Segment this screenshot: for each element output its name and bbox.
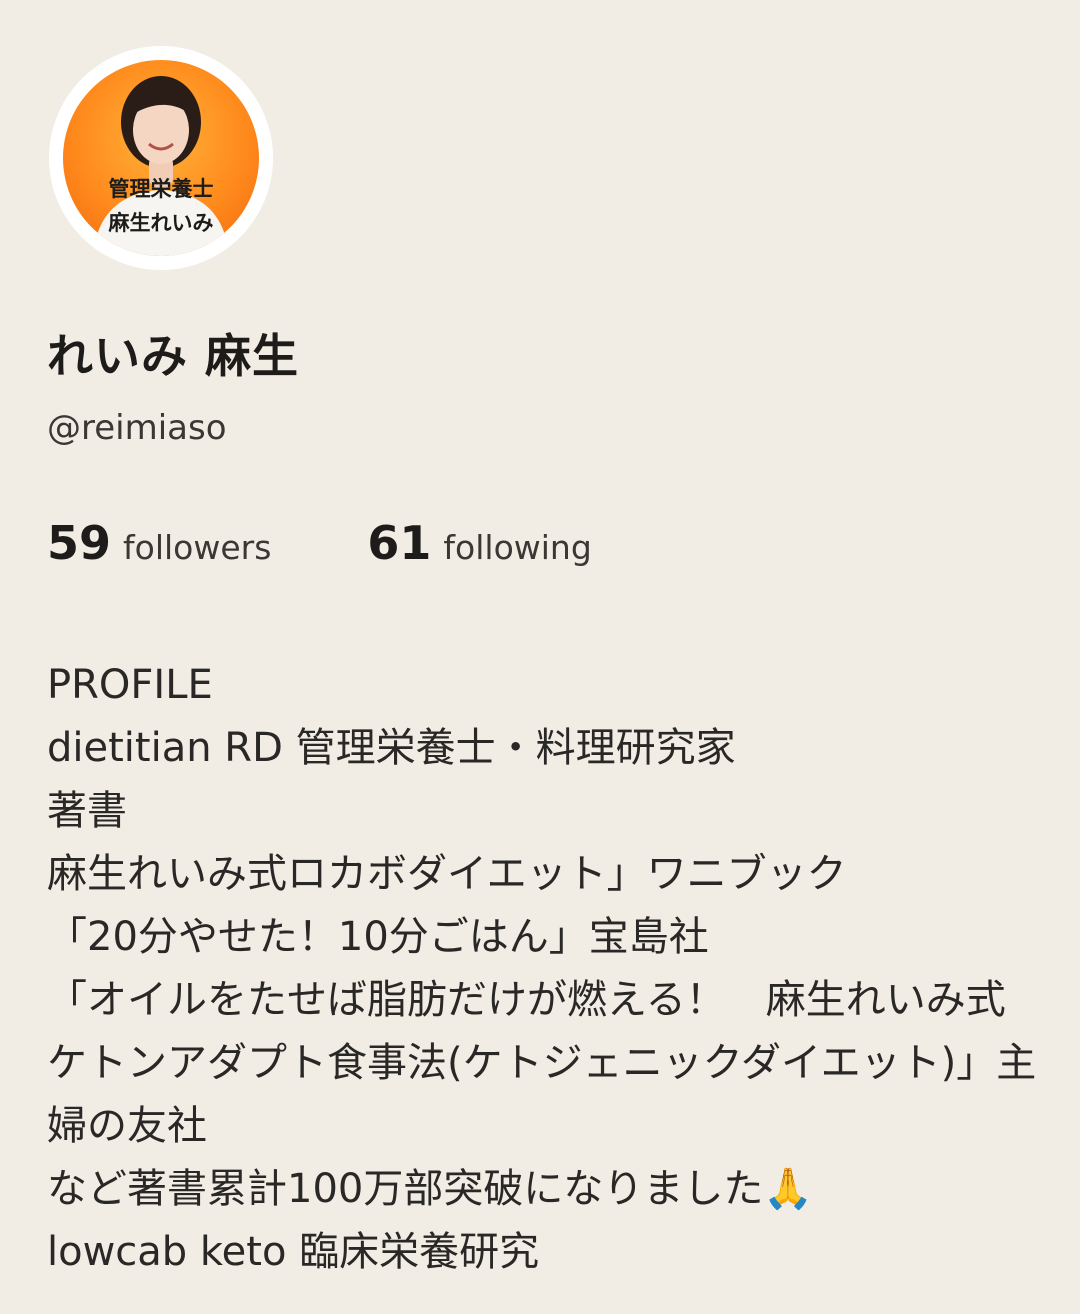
bio-line: PROFILE bbox=[47, 662, 213, 708]
following-count: 61 bbox=[367, 516, 432, 570]
bio-line: 「オイルをたせば脂肪だけが燃える！ 麻生れいみ式ケトンアダプト食事法(ケトジェニ… bbox=[47, 977, 1037, 1149]
following-link[interactable]: 61 following bbox=[367, 516, 591, 570]
following-label: following bbox=[443, 528, 592, 567]
avatar[interactable]: 管理栄養士 麻生れいみ bbox=[49, 46, 273, 270]
avatar-caption: 管理栄養士 麻生れいみ bbox=[63, 172, 259, 240]
username-handle: @reimiaso bbox=[47, 408, 227, 448]
bio-line: 著書 bbox=[47, 788, 127, 834]
profile-bio: PROFILE dietitian RD 管理栄養士・料理研究家 著書 麻生れい… bbox=[47, 654, 1037, 1284]
avatar-image: 管理栄養士 麻生れいみ bbox=[63, 60, 259, 256]
followers-count: 59 bbox=[47, 516, 112, 570]
follow-stats: 59 followers 61 following bbox=[47, 516, 592, 570]
followers-link[interactable]: 59 followers bbox=[47, 516, 271, 570]
avatar-caption-line2: 麻生れいみ bbox=[108, 211, 214, 235]
followers-label: followers bbox=[123, 528, 272, 567]
bio-line: 麻生れいみ式ロカボダイエット」ワニブック bbox=[47, 851, 847, 897]
display-name: れいみ 麻生 bbox=[47, 329, 300, 383]
bio-line: 「20分やせた！10分ごはん」宝島社 bbox=[47, 914, 709, 960]
bio-line: dietitian RD 管理栄養士・料理研究家 bbox=[47, 725, 736, 771]
bio-line: lowcab keto 臨床栄養研究 bbox=[47, 1229, 540, 1275]
bio-line: など著書累計100万部突破になりました🙏 bbox=[47, 1166, 814, 1212]
avatar-caption-line1: 管理栄養士 bbox=[108, 177, 214, 201]
